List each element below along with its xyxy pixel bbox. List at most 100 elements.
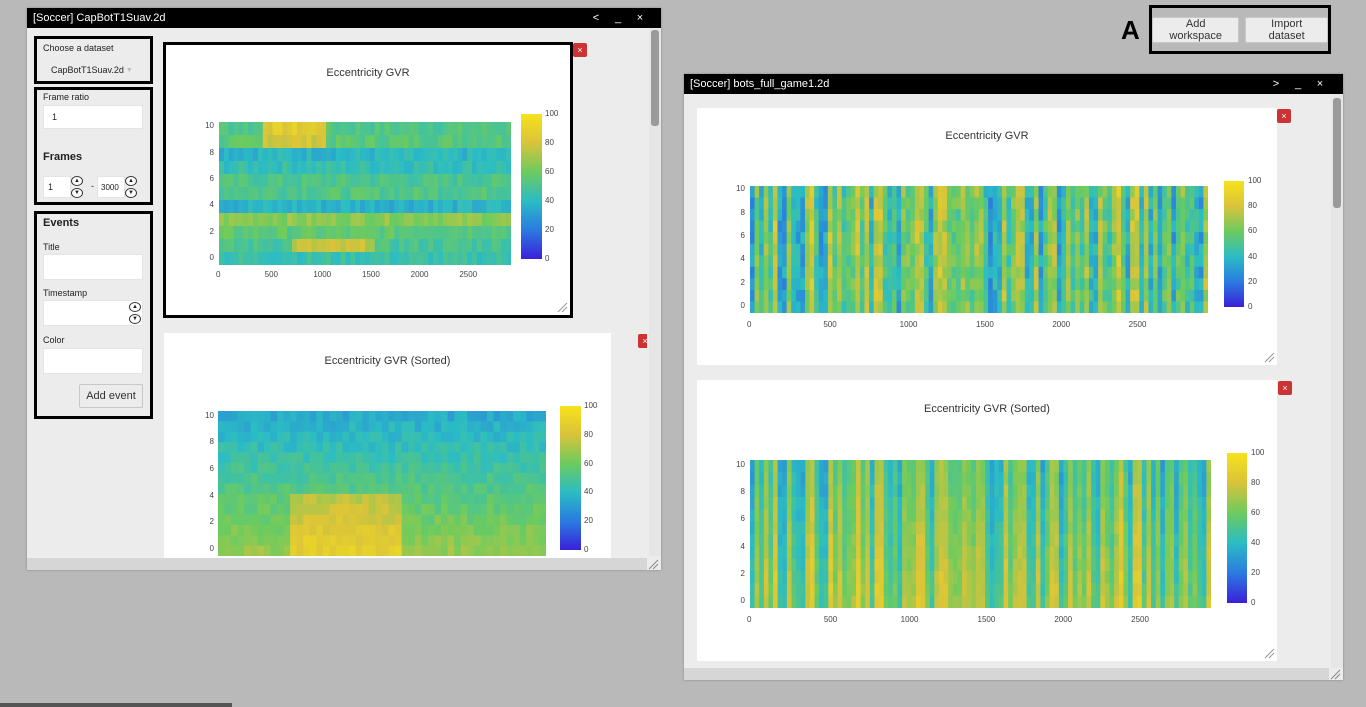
heatmap-cell <box>960 278 966 291</box>
vertical-scrollbar[interactable] <box>1331 94 1343 668</box>
dataset-select[interactable]: CapBotT1Suav.2d ▼ <box>51 65 133 75</box>
heatmap-cell <box>869 546 876 560</box>
horizontal-scrollbar[interactable] <box>27 558 647 570</box>
add-event-button[interactable]: Add event <box>79 384 143 408</box>
expand-sidebar-icon[interactable]: > <box>1265 78 1287 90</box>
colorbar <box>1227 453 1247 603</box>
minimize-icon[interactable]: _ <box>1287 78 1309 90</box>
heatmap-cell <box>1178 595 1184 609</box>
heatmap-cell <box>928 289 934 303</box>
collapse-sidebar-icon[interactable]: < <box>585 12 607 24</box>
heatmap-cell <box>427 483 436 495</box>
heatmap-cell <box>219 122 225 136</box>
import-dataset-button[interactable]: Import dataset <box>1245 16 1328 43</box>
event-title-input[interactable] <box>43 254 143 280</box>
heatmap-cell <box>1141 484 1148 498</box>
frame-end-input[interactable]: 3000 <box>97 176 125 198</box>
heatmap-cell <box>1102 197 1108 210</box>
heatmap[interactable] <box>219 122 512 266</box>
close-window-icon[interactable]: × <box>629 12 651 24</box>
heatmap-cell <box>1086 484 1092 498</box>
heatmap-cell <box>441 524 449 536</box>
heatmap-cell <box>952 583 959 597</box>
heatmap-cell <box>1035 595 1042 609</box>
heatmap-cell <box>920 558 926 572</box>
heatmap-cell <box>1155 546 1161 560</box>
close-plot-button[interactable]: × <box>638 334 647 348</box>
heatmap-cell <box>773 534 779 547</box>
chevron-down-icon[interactable]: ▼ <box>71 188 83 198</box>
heatmap-cell <box>413 122 420 136</box>
heatmap-cell <box>1011 243 1017 256</box>
heatmap-cell <box>777 220 783 233</box>
frame-start-input[interactable]: 1 <box>43 176 71 198</box>
heatmap-cell <box>500 421 508 433</box>
heatmap-cell <box>1011 186 1017 199</box>
frame-start-stepper[interactable]: ▲ ▼ <box>71 176 83 198</box>
heatmap-cell <box>962 546 968 560</box>
heatmap-cell <box>925 571 931 584</box>
heatmap-cell <box>1072 521 1078 535</box>
heatmap-cell <box>997 220 1003 233</box>
heatmap-cell <box>1166 209 1172 222</box>
close-plot-button[interactable]: × <box>573 43 587 57</box>
resize-handle-icon[interactable] <box>556 301 568 313</box>
y-tick-label: 0 <box>209 544 214 553</box>
timestamp-stepper[interactable]: ▲ ▼ <box>129 302 141 324</box>
chevron-down-icon[interactable]: ▼ <box>129 314 141 324</box>
heatmap-cell <box>321 187 327 201</box>
heatmap-cell <box>920 472 926 486</box>
heatmap-cell <box>1192 583 1198 597</box>
heatmap[interactable] <box>750 186 1209 314</box>
heatmap[interactable] <box>218 411 547 557</box>
horizontal-scrollbar[interactable] <box>684 668 1329 680</box>
close-plot-button[interactable]: × <box>1277 109 1291 123</box>
heatmap-cell <box>763 595 770 609</box>
chevron-up-icon[interactable]: ▲ <box>71 176 83 186</box>
resize-handle-icon[interactable] <box>1329 668 1341 680</box>
heatmap-cell <box>423 148 429 162</box>
heatmap-cell <box>1063 546 1069 560</box>
heatmap-cell <box>467 135 473 149</box>
heatmap-cell <box>891 255 898 268</box>
frame-ratio-input[interactable]: 1 <box>43 105 143 129</box>
heatmap-cell <box>539 504 547 516</box>
event-timestamp-input[interactable] <box>43 300 143 326</box>
heatmap-cell <box>869 583 876 597</box>
window-titlebar[interactable]: [Soccer] CapBotT1Suav.2d < _ × <box>27 8 661 28</box>
heatmap-cell <box>501 187 507 201</box>
chevron-up-icon[interactable]: ▲ <box>129 302 141 312</box>
heatmap-cell <box>974 301 980 314</box>
vertical-scrollbar[interactable] <box>649 28 661 556</box>
window-titlebar[interactable]: [Soccer] bots_full_game1.2d > _ × <box>684 74 1343 94</box>
heatmap-cell <box>1104 583 1111 597</box>
add-workspace-button[interactable]: Add workspace <box>1152 16 1240 43</box>
heatmap-cell <box>452 122 459 136</box>
event-color-input[interactable] <box>43 348 143 374</box>
close-window-icon[interactable]: × <box>1309 78 1331 90</box>
resize-handle-icon[interactable] <box>1263 351 1275 363</box>
heatmap-cell <box>1143 220 1150 233</box>
heatmap-cell <box>1100 460 1106 473</box>
heatmap-cell <box>257 122 264 136</box>
frame-end-stepper[interactable]: ▲ ▼ <box>125 176 137 198</box>
minimize-icon[interactable]: _ <box>607 12 629 24</box>
resize-handle-icon[interactable] <box>647 558 659 570</box>
chevron-down-icon[interactable]: ▼ <box>125 188 137 198</box>
heatmap-cell <box>1175 266 1182 279</box>
heatmap[interactable] <box>750 460 1212 609</box>
chevron-up-icon[interactable]: ▲ <box>125 176 137 186</box>
heatmap-cell <box>1049 521 1055 535</box>
heatmap-cell <box>1011 255 1017 268</box>
heatmap-cell <box>814 301 820 314</box>
heatmap-cell <box>841 186 847 199</box>
close-plot-button[interactable]: × <box>1278 381 1292 395</box>
heatmap-cell <box>355 473 363 485</box>
heatmap-cell <box>250 431 258 443</box>
heatmap-cell <box>823 595 829 609</box>
heatmap-cell <box>1100 595 1106 609</box>
resize-handle-icon[interactable] <box>1263 647 1275 659</box>
heatmap-cell <box>311 122 317 136</box>
x-tick-label: 2500 <box>1131 615 1149 624</box>
heatmap-cell <box>1162 186 1168 199</box>
